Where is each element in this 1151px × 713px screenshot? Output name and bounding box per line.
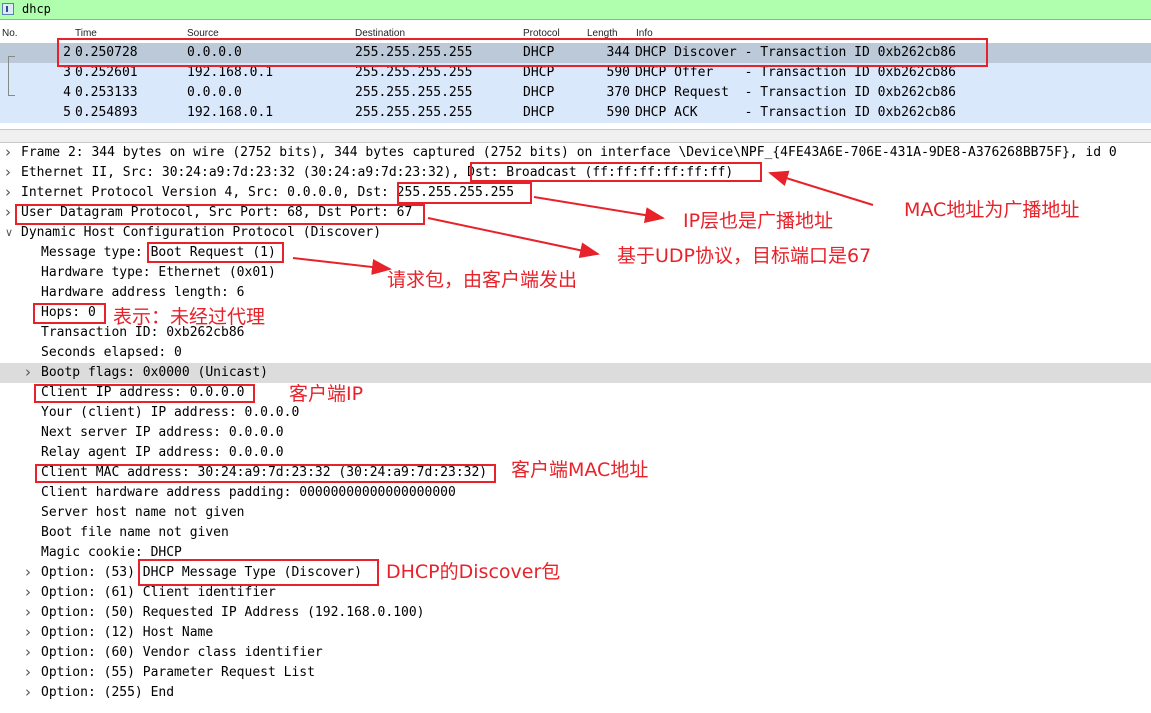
annotation-udp-port: 基于UDP协议，目标端口是67	[617, 245, 872, 267]
arrow-udp	[427, 217, 600, 259]
arrow-request	[292, 257, 392, 275]
annotation-discover: DHCP的Discover包	[386, 561, 561, 583]
arrow-mac	[768, 170, 874, 206]
annotation-ip-broadcast: IP层也是广播地址	[683, 210, 834, 232]
annotation-client-ip: 客户端IP	[289, 383, 364, 405]
arrow-ip	[533, 196, 665, 224]
annotation-hops: 表示：未经过代理	[113, 306, 266, 328]
annotation-request: 请求包，由客户端发出	[387, 269, 578, 291]
annotation-mac-broadcast: MAC地址为广播地址	[904, 199, 1080, 221]
annotation-client-mac: 客户端MAC地址	[511, 459, 649, 481]
annotation-arrows	[292, 170, 874, 275]
